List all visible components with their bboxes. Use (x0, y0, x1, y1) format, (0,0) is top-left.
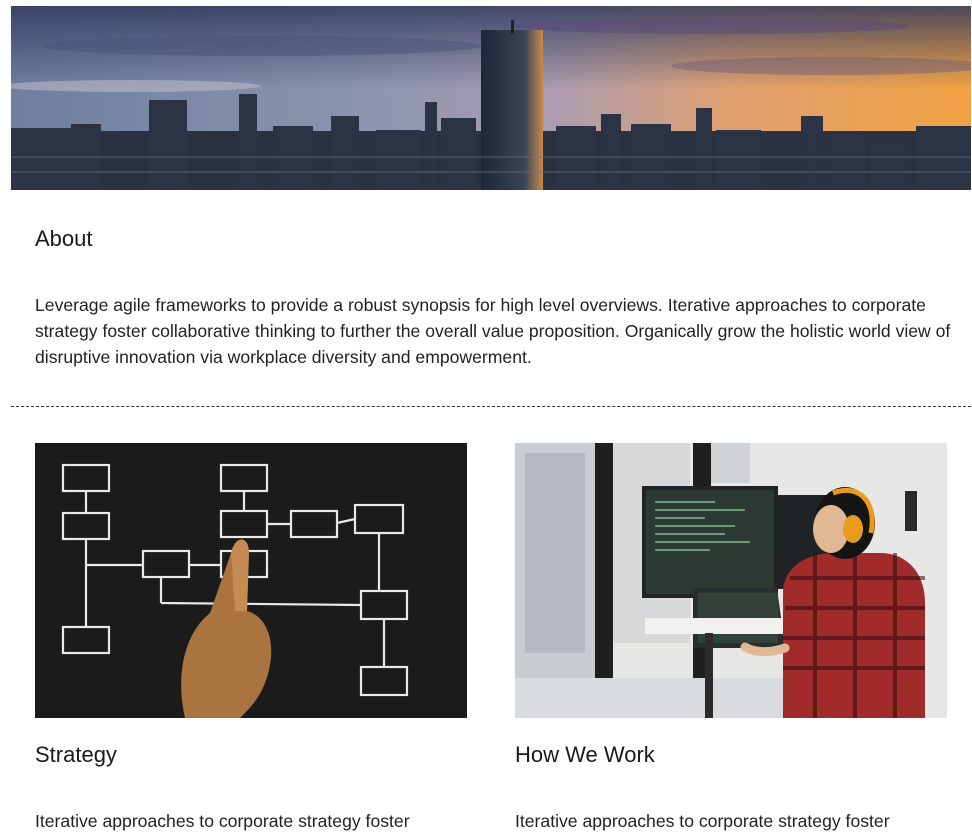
flowchart-hand-image (35, 443, 467, 718)
strategy-title: Strategy (35, 742, 117, 767)
hero-banner-image (11, 6, 971, 190)
city-skyline-sunset-image (11, 6, 971, 190)
about-heading: About (35, 226, 93, 251)
how-we-work-image (515, 443, 947, 718)
strategy-card: Strategy Iterative approaches to corpora… (35, 443, 467, 831)
developer-at-desk-image (515, 443, 947, 718)
how-we-work-title: How We Work (515, 742, 655, 767)
strategy-text: Iterative approaches to corporate strate… (35, 811, 410, 831)
section-divider (11, 406, 971, 407)
about-text: Leverage agile frameworks to provide a r… (35, 295, 951, 367)
how-we-work-text: Iterative approaches to corporate strate… (515, 811, 890, 831)
strategy-image (35, 443, 467, 718)
how-we-work-card: How We Work Iterative approaches to corp… (515, 443, 947, 831)
page: About Leverage agile frameworks to provi… (0, 0, 972, 832)
